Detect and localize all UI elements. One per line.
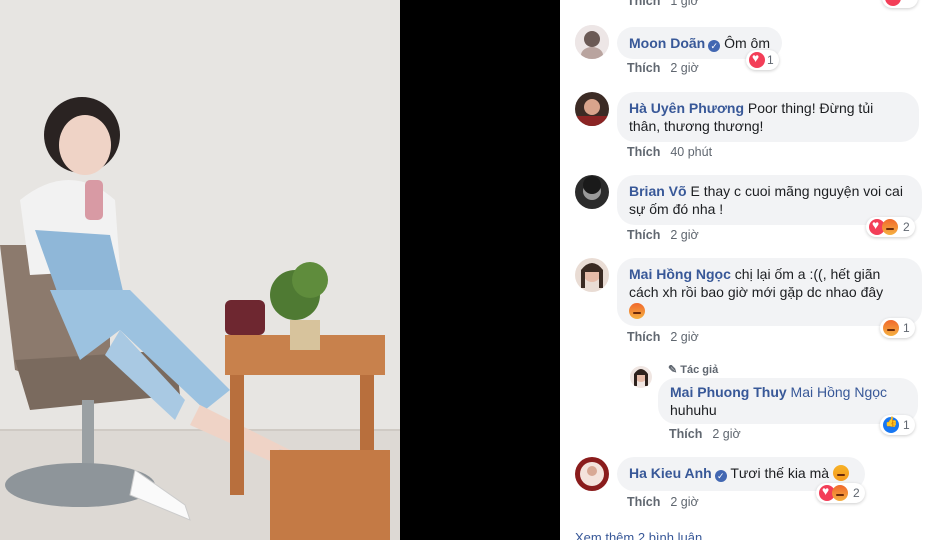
- avatar-image: [575, 258, 609, 292]
- heart-reaction-icon: [749, 51, 765, 68]
- comment-author[interactable]: Moon Doãn: [629, 35, 705, 51]
- comment-actions: Thích 40 phút: [627, 145, 712, 159]
- photo-illustration: [0, 0, 400, 540]
- comment-actions: Thích 2 giờ: [669, 427, 741, 441]
- avatar[interactable]: [575, 25, 609, 59]
- reaction-number: 1: [903, 321, 910, 335]
- avatar-image: [575, 457, 609, 491]
- comment-text: huhuhu: [670, 402, 717, 418]
- angry-reaction-icon: [832, 485, 848, 501]
- reaction-count[interactable]: 2: [866, 217, 915, 237]
- avatar-image: [575, 175, 609, 209]
- comment-text: sự ốm đó nha !: [629, 201, 724, 217]
- comment-time: 2 giờ: [670, 495, 699, 509]
- reaction-count[interactable]: 1: [880, 415, 915, 435]
- avatar[interactable]: [630, 366, 652, 388]
- avatar-image: [575, 92, 609, 126]
- comment-text: Poor thing! Đừng tủi: [747, 100, 874, 116]
- author-badge-label: Tác giả: [680, 364, 719, 376]
- comment-actions: Thích 2 giờ: [627, 330, 699, 344]
- avatar[interactable]: [575, 175, 609, 209]
- reaction-count[interactable]: 1: [880, 318, 915, 338]
- comment-author[interactable]: Mai Hồng Ngọc: [629, 266, 731, 282]
- reaction-count[interactable]: 1: [746, 50, 779, 70]
- avatar[interactable]: [575, 457, 609, 491]
- comment-author[interactable]: Ha Kieu Anh: [629, 465, 712, 481]
- angry-reaction-icon: [883, 320, 899, 336]
- heart-reaction-icon: [885, 0, 901, 6]
- reaction-number: 2: [903, 220, 910, 234]
- like-link[interactable]: Thích: [627, 0, 660, 8]
- mention-link[interactable]: Mai Hồng Ngọc: [791, 384, 888, 400]
- comment-bubble: Hà Uyên Phương Poor thing! Đừng tủi thân…: [617, 92, 919, 142]
- reaction-number: 1: [903, 418, 910, 432]
- comment-text: chị lại ốm a :((, hết giãn: [734, 266, 881, 282]
- comment-author[interactable]: Brian Võ: [629, 183, 687, 199]
- like-link[interactable]: Thích: [627, 61, 660, 75]
- comment-text: Ôm ôm: [724, 35, 770, 51]
- comment-text: E thay c cuoi mãng nguyện voi cai: [690, 183, 903, 199]
- avatar[interactable]: [575, 92, 609, 126]
- comment-time: 2 giờ: [670, 228, 699, 242]
- comment-time: 2 giờ: [712, 427, 741, 441]
- pencil-icon: ✎: [668, 364, 678, 376]
- angry-reaction-icon: [882, 219, 898, 235]
- like-link[interactable]: Thích: [669, 427, 702, 441]
- reaction-number: 2: [853, 486, 860, 500]
- post-photo[interactable]: [0, 0, 400, 540]
- like-link[interactable]: Thích: [627, 330, 660, 344]
- comments-panel: Thích1 giờ Moon Doãn✓ Ôm ôm 1 Thích2 giờ…: [560, 0, 945, 540]
- verified-badge-icon: ✓: [708, 40, 721, 52]
- comment-text: cách xh rồi bao giờ mới gặp dc nhao đây: [629, 284, 884, 300]
- like-link[interactable]: Thích: [627, 145, 660, 159]
- reaction-count[interactable]: [882, 0, 918, 8]
- like-reaction-icon: [883, 417, 899, 433]
- author-badge: ✎ Tác giả: [668, 363, 718, 376]
- comment-author[interactable]: Mai Phuong Thuy: [670, 384, 787, 400]
- verified-badge-icon: ✓: [714, 470, 727, 482]
- reaction-count[interactable]: 2: [816, 483, 865, 503]
- comment-actions: Thích 2 giờ: [627, 61, 699, 75]
- comment-time: 2 giờ: [670, 61, 699, 75]
- avatar[interactable]: [575, 258, 609, 292]
- view-more-comments-link[interactable]: Xem thêm 2 bình luận: [575, 530, 702, 540]
- comment-actions: Thích 2 giờ: [627, 228, 699, 242]
- love-face-emoji-icon: [832, 465, 849, 481]
- comment-actions-partial: Thích 1 giờ: [627, 0, 699, 8]
- comment-bubble: Mai Hồng Ngọc chị lại ốm a :((, hết giãn…: [617, 258, 922, 326]
- avatar-image: [575, 25, 609, 59]
- comment-time: 1 giờ: [670, 0, 699, 8]
- like-link[interactable]: Thích: [627, 228, 660, 242]
- reaction-number: 1: [767, 53, 774, 67]
- photo-background: [400, 0, 560, 540]
- comment-time: 40 phút: [670, 145, 713, 159]
- avatar-image: [630, 366, 652, 388]
- comment-actions: Thích 2 giờ: [627, 495, 699, 509]
- like-link[interactable]: Thích: [627, 495, 660, 509]
- reply-bubble: Mai Phuong Thuy Mai Hồng Ngọc huhuhu: [658, 378, 918, 424]
- comment-text: Tươi thế kia mà: [730, 465, 830, 481]
- sad-emoji-icon: [629, 303, 645, 319]
- comment-author[interactable]: Hà Uyên Phương: [629, 100, 744, 116]
- comment-time: 2 giờ: [670, 330, 699, 344]
- comment-text: thân, thương thương!: [629, 118, 764, 134]
